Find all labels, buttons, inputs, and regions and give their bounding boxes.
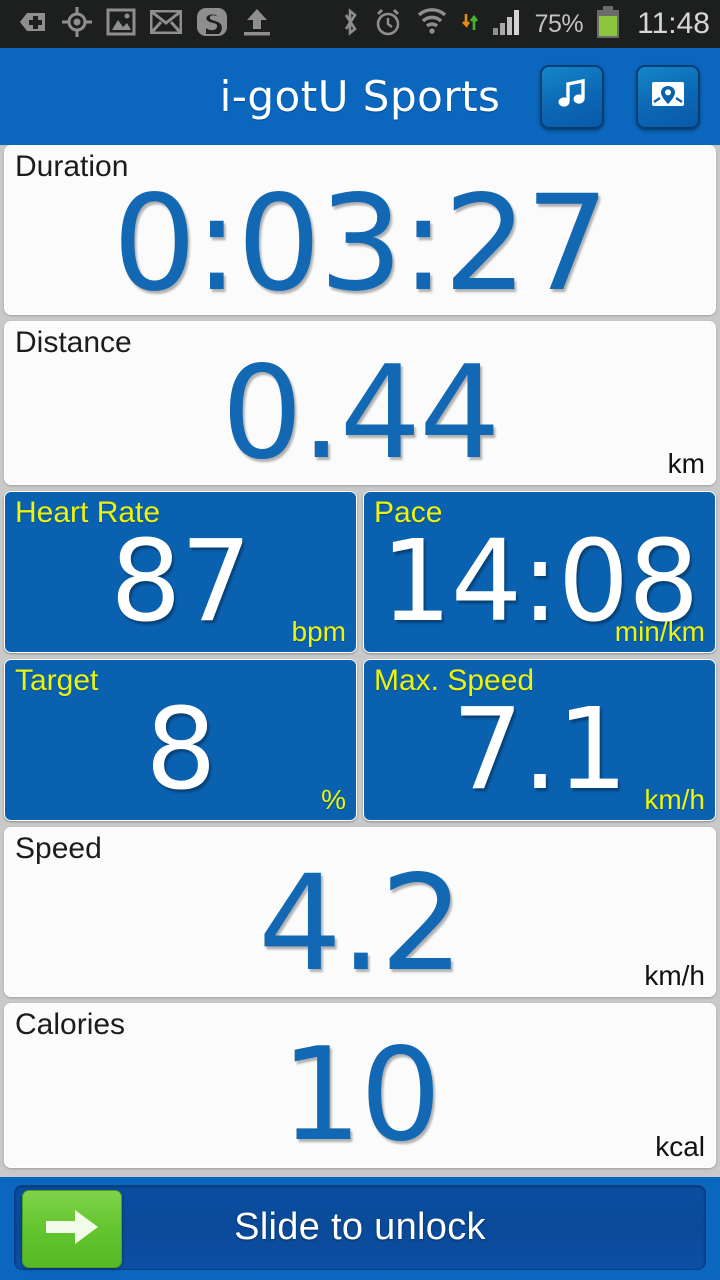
- metric-panel-pace[interactable]: Pace 14:08 min/km: [363, 491, 716, 653]
- status-bar-right-icons: 75% 11:48: [340, 5, 710, 43]
- calories-unit: kcal: [655, 1131, 705, 1162]
- skype-icon: [196, 7, 228, 42]
- data-transfer-icon: [461, 12, 479, 37]
- duration-value: 0:03:27: [112, 167, 610, 315]
- metric-panel-duration[interactable]: Duration 0:03:27: [4, 145, 716, 315]
- map-pin-icon: [650, 78, 686, 115]
- target-unit: %: [321, 784, 346, 815]
- pace-unit: min/km: [614, 616, 705, 647]
- row-heartrate-pace: Heart Rate 87 bpm Pace 14:08 min/km: [0, 491, 720, 653]
- status-bar-left-icons: [18, 6, 272, 42]
- max-speed-unit: km/h: [644, 784, 705, 815]
- row-calories: Calories 10 kcal: [0, 1003, 720, 1168]
- metric-panel-distance[interactable]: Distance 0.44 km: [4, 321, 716, 485]
- row-speed: Speed 4.2 km/h: [0, 827, 720, 997]
- row-duration: Duration 0:03:27: [0, 145, 720, 315]
- signal-bars-icon: [492, 8, 522, 41]
- metrics-panel-grid: Duration 0:03:27 Distance 0.44 km Heart …: [0, 145, 720, 1168]
- battery-icon: [596, 5, 620, 43]
- slide-to-unlock-handle[interactable]: [22, 1190, 122, 1268]
- slide-to-unlock-label: Slide to unlock: [234, 1206, 486, 1248]
- metric-panel-max-speed[interactable]: Max. Speed 7.1 km/h: [363, 659, 716, 821]
- header-buttons: [540, 48, 700, 145]
- bluetooth-icon: [340, 7, 360, 42]
- status-bar: 75% 11:48: [0, 0, 720, 48]
- music-note-icon: [555, 77, 589, 116]
- battery-percent-label: 75%: [534, 9, 584, 38]
- slide-to-unlock-track[interactable]: Slide to unlock: [14, 1185, 706, 1270]
- upload-arrow-icon: [242, 7, 272, 42]
- metric-panel-calories[interactable]: Calories 10 kcal: [4, 1003, 716, 1168]
- distance-value: 0.44: [221, 338, 501, 485]
- app-title: i-gotU Sports: [219, 72, 501, 121]
- music-button[interactable]: [540, 64, 604, 129]
- distance-unit: km: [667, 448, 705, 479]
- target-value: 8: [145, 685, 216, 815]
- screenshot-image-icon: [106, 8, 136, 41]
- metric-panel-target[interactable]: Target 8 %: [4, 659, 357, 821]
- row-distance: Distance 0.44 km: [0, 321, 720, 485]
- map-button[interactable]: [636, 64, 700, 129]
- heart-rate-unit: bpm: [291, 616, 346, 647]
- arrow-right-icon: [42, 1205, 102, 1254]
- email-envelope-icon: [149, 9, 183, 39]
- calories-value: 10: [280, 1021, 442, 1168]
- unlock-bar-container: Slide to unlock: [0, 1177, 720, 1280]
- clock-label: 11:48: [637, 7, 710, 40]
- speed-unit: km/h: [644, 960, 705, 991]
- app-header: i-gotU Sports: [0, 48, 720, 145]
- metric-panel-speed[interactable]: Speed 4.2 km/h: [4, 827, 716, 997]
- alarm-clock-icon: [373, 7, 403, 42]
- add-tag-icon: [18, 8, 48, 41]
- row-target-maxspeed: Target 8 % Max. Speed 7.1 km/h: [0, 659, 720, 821]
- wifi-icon: [416, 7, 448, 42]
- speed-value: 4.2: [258, 847, 464, 997]
- gps-crosshair-icon: [62, 6, 92, 42]
- metric-panel-heart-rate[interactable]: Heart Rate 87 bpm: [4, 491, 357, 653]
- app-screen: 75% 11:48 i-gotU Sports Duration 0:03:27…: [0, 0, 720, 1280]
